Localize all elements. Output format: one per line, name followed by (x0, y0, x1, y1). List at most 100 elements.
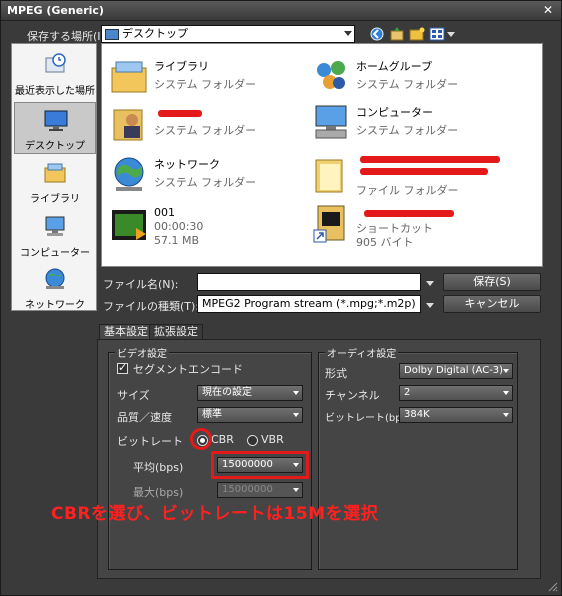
library-icon (111, 61, 147, 93)
place-label-network: ネットワーク (25, 300, 85, 311)
save-button[interactable]: 保存(S) (443, 273, 541, 291)
window-title: MPEG (Generic) (7, 4, 104, 17)
up-folder-icon[interactable] (389, 26, 405, 42)
file-type: システム フォルダー (356, 124, 459, 137)
cbr-highlight-circle (190, 428, 212, 450)
place-desktop[interactable]: デスクトップ (14, 102, 96, 154)
tab-basic[interactable]: 基本設定 (99, 324, 153, 340)
view-dropdown-icon[interactable] (447, 32, 455, 37)
filetype-value: MPEG2 Program stream (*.mpg;*.m2p) (202, 297, 416, 310)
computer-icon (45, 216, 65, 236)
video-group-title: ビデオ設定 (115, 345, 169, 360)
library-icon (44, 163, 66, 183)
close-icon[interactable]: ✕ (541, 3, 555, 17)
audio-group-title: オーディオ設定 (325, 345, 399, 360)
redaction-mark (364, 210, 454, 217)
file-name: ネットワーク (154, 158, 220, 171)
file-type: システム フォルダー (154, 176, 257, 189)
cbr-label: CBR (211, 433, 234, 446)
tab-advanced[interactable]: 拡張設定 (149, 324, 203, 340)
file-item[interactable]: ライブラリ システム フォルダー (106, 54, 306, 100)
chevron-down-icon (293, 488, 299, 492)
place-library[interactable]: ライブラリ (14, 156, 96, 208)
bitrate-label: ビットレート (117, 435, 183, 448)
file-size: 57.1 MB (154, 234, 200, 247)
audio-settings-group: オーディオ設定 形式 Dolby Digital (AC-3) チャンネル 2 … (318, 345, 518, 570)
redaction-mark (158, 110, 202, 117)
chevron-down-icon (293, 413, 299, 417)
new-folder-icon[interactable] (409, 26, 425, 42)
view-menu-icon[interactable] (429, 26, 445, 42)
save-location-combo[interactable]: デスクトップ (101, 25, 355, 43)
recent-places-icon (45, 53, 66, 73)
place-label-recent: 最近表示した場所 (15, 86, 95, 97)
computer-icon (315, 105, 347, 139)
places-bar: 最近表示した場所 デスクトップ ライブラリ コンピューター ネットワーク (11, 43, 97, 311)
audio-bitrate-select[interactable]: 384K (399, 407, 513, 423)
size-select[interactable]: 現在の設定 (197, 385, 303, 401)
filetype-dropdown-icon[interactable] (426, 303, 434, 308)
file-size: 905 バイト (356, 236, 414, 249)
quality-label: 品質／速度 (117, 411, 172, 424)
size-value: 現在の設定 (202, 387, 252, 398)
max-bitrate-label: 最大(bps) (133, 486, 184, 499)
audio-format-select[interactable]: Dolby Digital (AC-3) (399, 363, 513, 379)
file-item[interactable]: ネットワーク システム フォルダー (106, 152, 306, 198)
audio-format-label: 形式 (325, 367, 347, 380)
file-item[interactable]: システム フォルダー (106, 100, 306, 146)
annotation-text: CBRを選び、ビットレートは15Mを選択 (51, 504, 379, 524)
video-settings-group: ビデオ設定 セグメントエンコード サイズ 現在の設定 品質／速度 標準 ビットレ… (108, 345, 312, 570)
cancel-button[interactable]: キャンセル (443, 295, 541, 313)
file-type: システム フォルダー (154, 124, 257, 137)
chevron-down-icon (503, 413, 509, 417)
quality-select[interactable]: 標準 (197, 407, 303, 423)
place-recent[interactable]: 最近表示した場所 (14, 48, 96, 100)
average-bitrate-highlight-box (211, 451, 309, 479)
video-file-icon (112, 210, 146, 240)
file-item[interactable]: ファイル フォルダー (308, 152, 508, 198)
filename-input[interactable] (197, 273, 421, 291)
file-type: システム フォルダー (154, 78, 257, 91)
file-type: システム フォルダー (356, 78, 459, 91)
file-name: コンピューター (356, 106, 433, 119)
network-icon (45, 268, 65, 289)
user-folder-icon (113, 109, 143, 141)
resize-grip-icon[interactable] (546, 580, 558, 592)
channel-value: 2 (404, 387, 411, 398)
title-bar[interactable]: MPEG (Generic) ✕ (1, 1, 561, 21)
place-network[interactable]: ネットワーク (14, 262, 96, 314)
filetype-select[interactable]: MPEG2 Program stream (*.mpg;*.m2p) (197, 295, 421, 313)
desktop-small-icon (105, 29, 119, 40)
save-location-label: 保存する場所(I): (27, 30, 109, 43)
file-item[interactable]: 001 00:00:30 57.1 MB (106, 202, 306, 262)
file-duration: 00:00:30 (154, 220, 204, 233)
file-item[interactable]: コンピューター システム フォルダー (308, 100, 508, 146)
chevron-down-icon (344, 31, 352, 36)
save-location-value: デスクトップ (122, 27, 188, 40)
vbr-radio[interactable] (247, 435, 258, 446)
file-name: 001 (154, 206, 175, 219)
settings-panel: ビデオ設定 セグメントエンコード サイズ 現在の設定 品質／速度 標準 ビットレ… (97, 339, 541, 579)
audio-bitrate-label: ビットレート(bps) (325, 413, 411, 424)
file-list[interactable]: ライブラリ システム フォルダー ホームグループ システム フォルダー システム… (101, 43, 543, 267)
channel-label: チャンネル (325, 389, 380, 402)
max-bitrate-value: 15000000 (222, 484, 273, 495)
max-bitrate-select: 15000000 (217, 482, 303, 498)
back-icon[interactable] (369, 26, 385, 42)
file-name: ホームグループ (356, 60, 433, 73)
filename-label: ファイル名(N): (103, 278, 179, 291)
segment-encode-checkbox[interactable] (117, 361, 128, 374)
chevron-down-icon (503, 369, 509, 373)
place-label-library: ライブラリ (30, 194, 80, 205)
file-item[interactable]: ホームグループ システム フォルダー (308, 54, 508, 100)
folder-icon (315, 159, 343, 193)
file-name: ライブラリ (154, 60, 209, 73)
quality-value: 標準 (202, 409, 222, 420)
mpeg-save-dialog: MPEG (Generic) ✕ 保存する場所(I): デスクトップ 最近表示し… (0, 0, 562, 596)
file-item[interactable]: ショートカット 905 バイト (308, 202, 508, 262)
filename-dropdown-icon[interactable] (426, 281, 434, 286)
channel-select[interactable]: 2 (399, 385, 513, 401)
audio-format-value: Dolby Digital (AC-3) (404, 365, 504, 376)
place-computer[interactable]: コンピューター (14, 210, 96, 262)
audio-bitrate-value: 384K (404, 409, 430, 420)
